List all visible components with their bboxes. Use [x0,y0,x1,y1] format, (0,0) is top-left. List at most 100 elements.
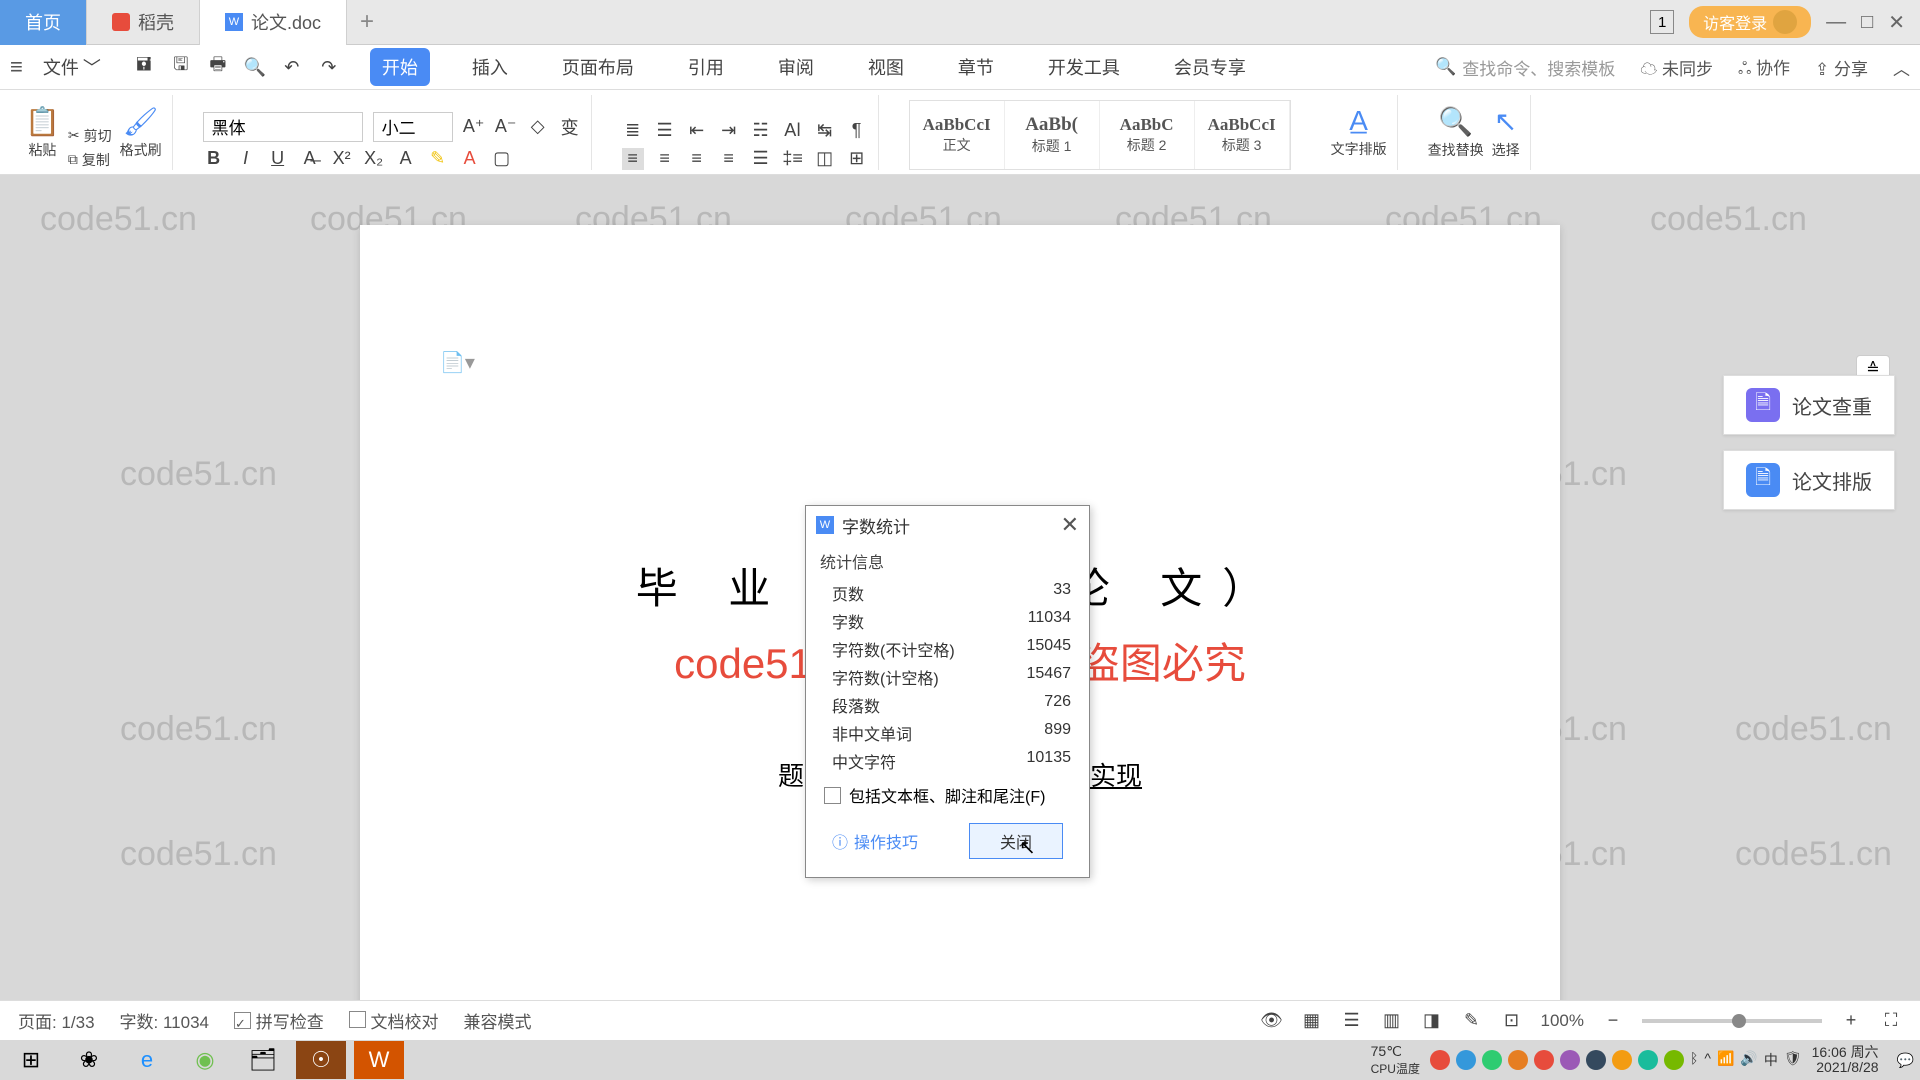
underline-icon[interactable]: U [267,148,289,170]
text-effect-icon[interactable]: A [395,148,417,170]
redo-icon[interactable]: ↷ [318,56,340,78]
find-replace-button[interactable]: 🔍查找替换 [1428,95,1484,170]
window-count[interactable]: 1 [1650,10,1674,34]
view-web-icon[interactable]: ◨ [1421,1010,1443,1032]
task-browser[interactable]: ◉ [180,1041,230,1079]
style-body[interactable]: AaBbCcI正文 [910,101,1005,169]
print-icon[interactable]: 🖶 [207,56,229,78]
distribute-icon[interactable]: ☰ [750,148,772,170]
decrease-font-icon[interactable]: A⁻ [495,116,517,138]
maximize-button[interactable]: □ [1861,11,1873,34]
save-icon[interactable]: 🖬 [133,56,155,78]
tab-docshell[interactable]: 稻壳 [87,0,200,45]
edit-icon[interactable]: ✎ [1461,1010,1483,1032]
style-h1[interactable]: AaBb(标题 1 [1005,101,1100,169]
security-icon[interactable]: 🛡 [1784,1050,1802,1070]
tray-icon[interactable] [1430,1050,1450,1070]
tab-home[interactable]: 首页 [0,0,87,45]
taskbar-clock[interactable]: 16:06 周六 2021/8/28 [1812,1045,1879,1076]
status-proofread[interactable]: 文档校对 [349,1008,439,1033]
start-button[interactable]: ⊞ [6,1041,56,1079]
file-menu[interactable]: 文件 ﹀ [35,54,109,80]
zoom-fit-icon[interactable]: ⊡ [1501,1010,1523,1032]
paste-button[interactable]: 📋粘贴 [25,95,60,170]
show-marks-icon[interactable]: ¶ [846,120,868,142]
tray-icon[interactable] [1482,1050,1502,1070]
operation-tips-link[interactable]: ⓘ操作技巧 [832,829,918,853]
cut-button[interactable]: ✂ 剪切 [68,126,112,146]
ribbon-tab-reference[interactable]: 引用 [676,48,736,86]
text-layout-button[interactable]: A̲文字排版 [1331,95,1387,170]
tray-icon[interactable] [1560,1050,1580,1070]
ribbon-tab-pagelayout[interactable]: 页面布局 [550,48,646,86]
side-thesis-layout[interactable]: 🗎论文排版 [1723,450,1895,510]
align-center-icon[interactable]: ≡ [654,148,676,170]
align-justify-icon[interactable]: ≡ [718,148,740,170]
copy-button[interactable]: ⧉ 复制 [68,150,112,170]
volume-icon[interactable]: 🔊 [1740,1050,1757,1070]
command-search[interactable]: 🔍查找命令、搜索模板 [1435,55,1615,80]
bold-icon[interactable]: B [203,148,225,170]
ribbon-tab-start[interactable]: 开始 [370,48,430,86]
highlight-icon[interactable]: ✎ [427,148,449,170]
task-explorer[interactable]: 🗂 [238,1041,288,1079]
tray-icon[interactable] [1612,1050,1632,1070]
phonetic-icon[interactable]: 变 [559,116,581,138]
zoom-value[interactable]: 100% [1541,1011,1584,1031]
align-right-icon[interactable]: ≡ [686,148,708,170]
minimize-button[interactable]: — [1826,11,1846,34]
eye-icon[interactable]: 👁 [1261,1010,1283,1032]
fullscreen-icon[interactable]: ⛶ [1880,1010,1902,1032]
zoom-slider[interactable] [1642,1019,1822,1023]
line-spacing-icon[interactable]: ‡≡ [782,148,804,170]
shading-icon[interactable]: ◫ [814,148,836,170]
decrease-indent-icon[interactable]: ⇤ [686,120,708,142]
dialog-close-icon[interactable]: ✕ [1061,512,1079,538]
style-h3[interactable]: AaBbCcI标题 3 [1195,101,1290,169]
view-outline-icon[interactable]: ☰ [1341,1010,1363,1032]
ribbon-tab-insert[interactable]: 插入 [460,48,520,86]
zoom-out-icon[interactable]: − [1602,1010,1624,1032]
tray-nvidia-icon[interactable] [1664,1050,1684,1070]
share-button[interactable]: ⇪ 分享 [1815,55,1868,80]
style-h2[interactable]: AaBbC标题 2 [1100,101,1195,169]
new-tab-button[interactable]: + [347,8,387,36]
bullets-icon[interactable]: ≣ [622,120,644,142]
undo-icon[interactable]: ↶ [281,56,303,78]
status-page[interactable]: 页面: 1/33 [18,1008,95,1033]
include-textbox-checkbox[interactable]: 包括文本框、脚注和尾注(F) [824,783,1071,807]
style-gallery[interactable]: AaBbCcI正文 AaBb(标题 1 AaBbC标题 2 AaBbCcI标题 … [909,100,1291,170]
view-page-icon[interactable]: ▦ [1301,1010,1323,1032]
status-spellcheck[interactable]: 拼写检查 [234,1008,324,1033]
ribbon-tab-view[interactable]: 视图 [856,48,916,86]
side-plagiarism-check[interactable]: 🗎论文查重 [1723,375,1895,435]
view-reading-icon[interactable]: ▥ [1381,1010,1403,1032]
tray-icon[interactable] [1456,1050,1476,1070]
clear-format-icon[interactable]: ◇ [527,116,549,138]
subscript-icon[interactable]: X₂ [363,148,385,170]
tab-document[interactable]: W论文.doc [200,0,347,45]
tray-icon[interactable] [1534,1050,1554,1070]
dialog-close-button[interactable]: 关闭 [969,823,1063,859]
align-left-icon[interactable]: ≡ [622,148,644,170]
ime-icon[interactable]: 中 [1764,1050,1778,1070]
increase-indent-icon[interactable]: ⇥ [718,120,740,142]
sync-status[interactable]: ☁ 未同步 [1640,55,1713,80]
task-ie[interactable]: e [122,1041,172,1079]
italic-icon[interactable]: I [235,148,257,170]
sort-icon[interactable]: Aǀ [782,120,804,142]
task-app2[interactable]: ☉ [296,1041,346,1079]
select-button[interactable]: ↖选择 [1492,95,1520,170]
tray-icon[interactable] [1638,1050,1658,1070]
ribbon-tab-chapter[interactable]: 章节 [946,48,1006,86]
increase-font-icon[interactable]: A⁺ [463,116,485,138]
close-window-button[interactable]: ✕ [1888,10,1905,35]
borders-icon[interactable]: ⊞ [846,148,868,170]
ribbon-tab-member[interactable]: 会员专享 [1162,48,1258,86]
superscript-icon[interactable]: X² [331,148,353,170]
font-size-select[interactable] [373,112,453,142]
tray-up-icon[interactable]: ^ [1704,1050,1711,1070]
menu-up-icon[interactable]: ︿ [1893,55,1910,80]
char-border-icon[interactable]: ▢ [491,148,513,170]
tab-symbol-icon[interactable]: ↹ [814,120,836,142]
